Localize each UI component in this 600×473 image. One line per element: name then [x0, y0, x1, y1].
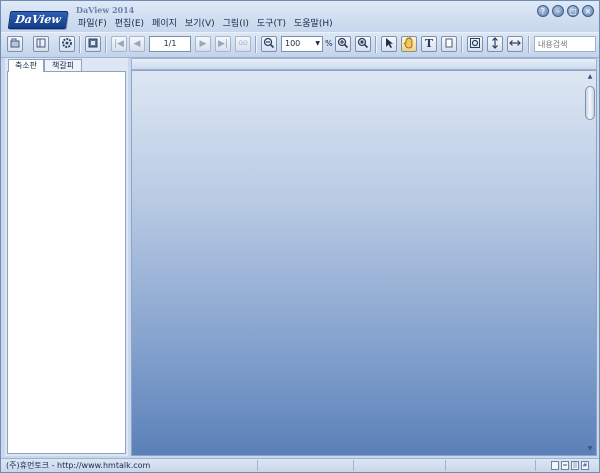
fit-height-icon[interactable]: [487, 36, 503, 52]
menu-file[interactable]: 파일(F): [74, 18, 111, 30]
scrollbar-thumb[interactable]: [585, 86, 595, 120]
prev-page-icon[interactable]: ◀: [129, 36, 145, 52]
title-bar: DaView DaView 2014 파일(F) 편집(E) 페이지 보기(V)…: [1, 1, 599, 32]
zoom-out-icon[interactable]: [261, 36, 277, 52]
zoom-fit-icon[interactable]: [355, 36, 371, 52]
toolbar-separator: [255, 36, 257, 53]
minimize-icon[interactable]: –: [552, 5, 564, 17]
menu-help[interactable]: 도움말(H): [290, 18, 337, 30]
status-divider: [257, 460, 258, 471]
zoom-select[interactable]: 100 ▼: [281, 36, 323, 52]
search-input[interactable]: [534, 36, 596, 52]
zoom-value: 100: [285, 39, 301, 48]
viewer-header: [131, 58, 597, 70]
toolbar: |◀ ◀ 1/1 ▶ ▶| GO 100 ▼ % T: [1, 32, 599, 58]
scroll-down-icon[interactable]: ▼: [585, 444, 595, 454]
two-page-view-icon[interactable]: ||: [571, 461, 579, 470]
single-page-view-icon[interactable]: [551, 461, 559, 470]
menu-edit[interactable]: 편집(E): [111, 18, 148, 30]
app-logo: DaView: [7, 11, 69, 29]
vertical-scrollbar[interactable]: ▲ ▼: [585, 72, 595, 454]
grid-view-icon[interactable]: #: [581, 461, 589, 470]
help-icon[interactable]: ?: [537, 5, 549, 17]
fullscreen-icon[interactable]: [85, 36, 101, 52]
view-mode-icons: = || #: [551, 461, 589, 470]
toolbar-separator: [528, 36, 530, 53]
gear-icon[interactable]: [59, 36, 75, 52]
scroll-up-icon[interactable]: ▲: [585, 72, 595, 82]
status-bar: (주)휴먼토크 - http://www.hmtalk.com = || #: [1, 458, 599, 472]
tab-thumbnails[interactable]: 축소판: [8, 59, 44, 72]
menu-page[interactable]: 페이지: [148, 18, 181, 30]
page-icon[interactable]: [441, 36, 457, 52]
status-divider: [445, 460, 446, 471]
toolbar-separator: [79, 36, 81, 53]
app-title: DaView 2014: [76, 5, 135, 15]
chevron-down-icon: ▼: [315, 40, 320, 47]
last-page-icon[interactable]: ▶|: [215, 36, 231, 52]
pointer-icon[interactable]: [381, 36, 397, 52]
menu-view[interactable]: 보기(V): [181, 18, 219, 30]
toolbar-separator: [461, 36, 463, 53]
go-button[interactable]: GO: [235, 36, 251, 52]
thumbnail-panel: [7, 71, 126, 454]
window-controls: ? – □ ×: [537, 5, 594, 17]
menu-image[interactable]: 그림(I): [219, 18, 253, 30]
zoom-unit-label: %: [325, 39, 333, 48]
sidebar: 축소판 책갈피: [5, 58, 128, 456]
fit-width-icon[interactable]: [507, 36, 523, 52]
hand-icon[interactable]: [401, 36, 417, 52]
toolbar-separator: [375, 36, 377, 53]
close-icon[interactable]: ×: [582, 5, 594, 17]
status-divider: [535, 460, 536, 471]
zoom-in-icon[interactable]: [335, 36, 351, 52]
app-window: DaView DaView 2014 파일(F) 편집(E) 페이지 보기(V)…: [0, 0, 600, 473]
first-page-icon[interactable]: |◀: [111, 36, 127, 52]
maximize-icon[interactable]: □: [567, 5, 579, 17]
menu-bar: 파일(F) 편집(E) 페이지 보기(V) 그림(I) 도구(T) 도움말(H): [74, 18, 337, 30]
continuous-view-icon[interactable]: =: [561, 461, 569, 470]
status-divider: [353, 460, 354, 471]
zoom-page-icon[interactable]: [467, 36, 483, 52]
next-page-icon[interactable]: ▶: [195, 36, 211, 52]
tab-bookmarks[interactable]: 책갈피: [44, 59, 82, 71]
status-text: (주)휴먼토크 - http://www.hmtalk.com: [6, 461, 151, 470]
menu-tools[interactable]: 도구(T): [253, 18, 290, 30]
open-icon[interactable]: [7, 36, 23, 52]
toolbar-separator: [105, 36, 107, 53]
document-viewer[interactable]: ▲ ▼: [131, 70, 597, 456]
text-icon[interactable]: T: [421, 36, 437, 52]
page-number-input[interactable]: 1/1: [149, 36, 191, 52]
layout-icon[interactable]: [33, 36, 49, 52]
